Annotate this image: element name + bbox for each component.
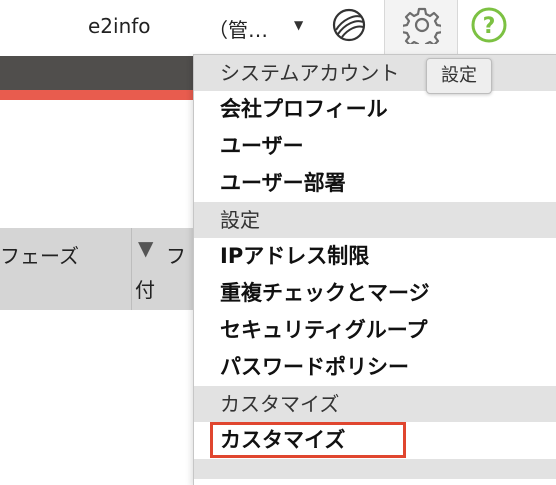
menu-section-next xyxy=(194,459,556,479)
gear-icon[interactable] xyxy=(403,6,441,44)
menu-section-settings: 設定 xyxy=(194,202,556,238)
menu-item-company-profile[interactable]: 会社プロフィール xyxy=(194,91,556,128)
menu-section-customize: カスタマイズ xyxy=(194,386,556,422)
menu-item-security-groups[interactable]: セキュリティグループ xyxy=(194,312,556,349)
menu-section-system-account: システムアカウント xyxy=(194,55,556,91)
svg-text:?: ? xyxy=(483,14,496,39)
sort-desc-icon[interactable]: ▼ xyxy=(138,236,153,260)
globe-icon[interactable] xyxy=(332,8,366,42)
menu-item-customize[interactable]: カスタマイズ xyxy=(194,422,556,459)
role-label[interactable]: （管… xyxy=(208,14,268,43)
menu-item-duplicate-check-merge[interactable]: 重複チェックとマージ xyxy=(194,275,556,312)
top-header: e2info （管… ▼ ? xyxy=(0,0,556,56)
column-header-date[interactable]: フ xyxy=(166,240,186,269)
menu-item-users[interactable]: ユーザー xyxy=(194,128,556,165)
column-header-date-line2: 付 xyxy=(135,278,155,302)
menu-item-password-policy[interactable]: パスワードポリシー xyxy=(194,349,556,386)
help-icon[interactable]: ? xyxy=(470,6,508,44)
settings-dropdown-menu: システムアカウント 会社プロフィール ユーザー ユーザー部署 設定 IPアドレス… xyxy=(193,54,556,485)
table-header: フェーズ ▼ フ 付 xyxy=(0,228,200,310)
menu-item-ip-restriction[interactable]: IPアドレス制限 xyxy=(194,238,556,275)
column-header-phase[interactable]: フェーズ xyxy=(0,240,79,269)
menu-item-user-departments[interactable]: ユーザー部署 xyxy=(194,165,556,202)
menu-item-customize-label: カスタマイズ xyxy=(220,428,346,452)
username-label[interactable]: e2info xyxy=(88,14,151,38)
chevron-down-icon[interactable]: ▼ xyxy=(294,18,303,32)
column-divider xyxy=(131,228,132,310)
accent-bar xyxy=(0,90,200,100)
nav-bar xyxy=(0,56,200,90)
settings-tooltip: 設定 xyxy=(426,58,492,94)
settings-tab[interactable] xyxy=(384,0,458,56)
